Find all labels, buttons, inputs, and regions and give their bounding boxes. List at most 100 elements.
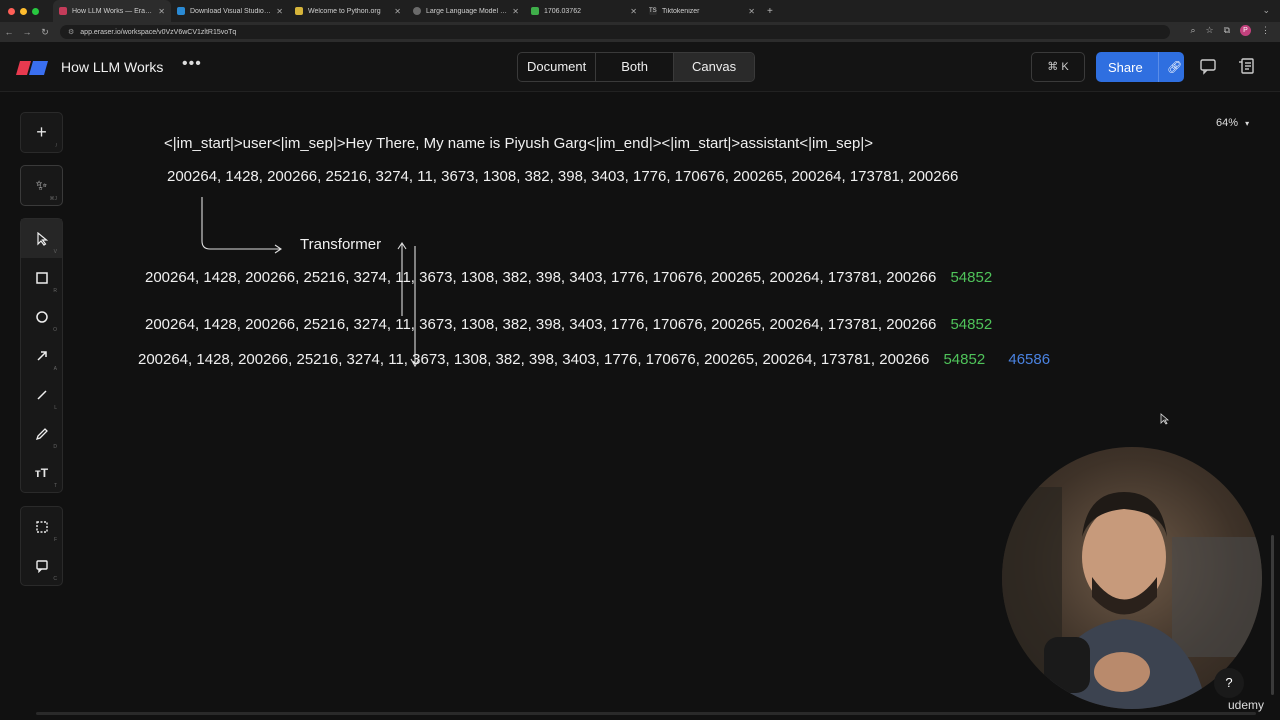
comment-tool[interactable]: C	[21, 546, 62, 585]
outline-panel-icon[interactable]	[1238, 57, 1256, 75]
url-field[interactable]: ⚙ app.eraser.io/workspace/v0VzV6wCV1zltR…	[60, 25, 1170, 39]
shortcut-hint: A	[53, 366, 57, 372]
shortcut-hint: V	[53, 249, 57, 255]
arrow-icon	[36, 350, 47, 361]
udemy-watermark: udemy	[1228, 698, 1265, 712]
browser-actions: ⌕ ☆ ⧉ P ⋮	[1190, 25, 1270, 36]
ai-diagram-button[interactable]: ✨︎ ⌘J	[21, 166, 62, 205]
ellipse-tool[interactable]: O	[21, 297, 62, 336]
bookmark-star-icon[interactable]: ☆	[1205, 25, 1213, 36]
shortcut-hint: C	[53, 576, 57, 582]
command-palette-button[interactable]: ⌘ K	[1031, 52, 1085, 82]
close-tab-icon[interactable]: ✕	[158, 7, 165, 16]
eraser-favicon-icon	[59, 7, 67, 15]
drawing-tools: V R O A L D ᴛT T	[20, 218, 63, 493]
minimize-window-button[interactable]	[20, 7, 27, 15]
text-size-icon: ᴛT	[34, 465, 49, 480]
token-row-1[interactable]: 200264, 1428, 200266, 25216, 3274, 11, 3…	[145, 269, 992, 286]
close-tab-icon[interactable]: ✕	[394, 7, 401, 16]
horizontal-scrollbar[interactable]	[36, 712, 1256, 715]
close-tab-icon[interactable]: ✕	[630, 7, 637, 16]
tokens-line[interactable]: 200264, 1428, 200266, 25216, 3274, 11, 3…	[167, 168, 958, 185]
transformer-label[interactable]: Transformer	[300, 236, 381, 253]
comments-icon[interactable]	[1199, 57, 1217, 75]
add-shape-button[interactable]: + /	[21, 113, 62, 152]
sparkle-icon: ✨︎	[35, 177, 48, 193]
tab-title: How LLM Works — Eraser	[72, 7, 155, 15]
url-text: app.eraser.io/workspace/v0VzV6wCV1zltR15…	[80, 28, 237, 36]
forward-icon[interactable]: →	[18, 27, 36, 37]
line-icon	[36, 389, 47, 400]
token-row-2[interactable]: 200264, 1428, 200266, 25216, 3274, 11, 3…	[145, 316, 992, 333]
zoom-icon[interactable]: ⌕	[1190, 25, 1195, 36]
frame-tool[interactable]: F	[21, 507, 62, 546]
view-canvas-button[interactable]: Canvas	[674, 53, 755, 81]
globe-favicon-icon	[413, 7, 421, 15]
share-label: Share	[1108, 59, 1143, 75]
browser-tab-eraser[interactable]: How LLM Works — Eraser ✕	[53, 0, 171, 22]
typescript-favicon-icon: TS	[649, 7, 657, 15]
maximize-window-button[interactable]	[32, 7, 39, 15]
comment-icon	[35, 559, 48, 573]
tab-title: Large Language Model Overv	[426, 7, 509, 15]
connector-arrow[interactable]	[195, 195, 295, 257]
arrow-tool[interactable]: A	[21, 336, 62, 375]
pencil-tool[interactable]: D	[21, 414, 62, 453]
python-favicon-icon	[295, 7, 303, 15]
line-tool[interactable]: L	[21, 375, 62, 414]
shortcut-hint: L	[54, 405, 57, 411]
next-token-green: 54852	[950, 269, 993, 286]
reload-icon[interactable]: ↻	[36, 27, 54, 38]
tab-search-chevron-icon[interactable]: ⌄	[1262, 5, 1270, 16]
shortcut-hint: D	[53, 444, 57, 450]
zoom-level-dropdown[interactable]: 64% ▾	[1216, 117, 1249, 129]
new-tab-button[interactable]: +	[767, 6, 773, 17]
more-options-icon[interactable]: •••	[182, 55, 202, 73]
token-sequence: 200264, 1428, 200266, 25216, 3274, 11, 3…	[138, 351, 930, 368]
vertical-scrollbar[interactable]	[1271, 535, 1274, 695]
view-both-button[interactable]: Both	[596, 53, 674, 81]
profile-avatar[interactable]: P	[1240, 25, 1251, 36]
close-tab-icon[interactable]: ✕	[276, 7, 283, 16]
screen: How LLM Works — Eraser ✕ Download Visual…	[0, 0, 1280, 720]
tab-title: Download Visual Studio Code	[190, 7, 272, 15]
back-icon[interactable]: ←	[0, 27, 18, 37]
browser-tab-python[interactable]: Welcome to Python.org ✕	[289, 0, 407, 22]
plus-icon: +	[36, 122, 47, 142]
browser-tab-llm-overview[interactable]: Large Language Model Overv ✕	[407, 0, 525, 22]
help-button[interactable]: ?	[1214, 668, 1244, 698]
share-button[interactable]: Share 🔗︎	[1096, 52, 1184, 82]
token-sequence: 200264, 1428, 200266, 25216, 3274, 11, 3…	[145, 316, 937, 333]
vscode-favicon-icon	[177, 7, 185, 15]
browser-menu-icon[interactable]: ⋮	[1261, 25, 1270, 36]
browser-tab-vscode[interactable]: Download Visual Studio Code ✕	[171, 0, 289, 22]
view-document-button[interactable]: Document	[518, 53, 597, 81]
site-info-icon[interactable]: ⚙	[68, 28, 74, 36]
browser-address-bar: ← → ↻ ⚙ app.eraser.io/workspace/v0VzV6wC…	[0, 22, 1280, 42]
extensions-icon[interactable]: ⧉	[1224, 25, 1230, 36]
close-window-button[interactable]	[8, 7, 15, 15]
next-token-blue: 46586	[1008, 351, 1051, 368]
token-sequence: 200264, 1428, 200266, 25216, 3274, 11, 3…	[145, 269, 937, 286]
eraser-logo-icon[interactable]	[16, 61, 48, 75]
close-tab-icon[interactable]: ✕	[512, 7, 519, 16]
document-title[interactable]: How LLM Works	[61, 59, 163, 75]
browser-tab-arxiv[interactable]: 1706.03762 ✕	[525, 0, 643, 22]
token-row-3[interactable]: 200264, 1428, 200266, 25216, 3274, 11, 3…	[138, 351, 1050, 368]
square-icon	[35, 271, 48, 284]
extra-tools: F C	[20, 506, 63, 586]
rectangle-tool[interactable]: R	[21, 258, 62, 297]
pointer-icon	[36, 231, 48, 246]
prompt-text[interactable]: <|im_start|>user<|im_sep|>Hey There, My …	[164, 135, 873, 152]
select-tool[interactable]: V	[21, 219, 62, 258]
next-token-green: 54852	[950, 316, 993, 333]
browser-tab-bar: How LLM Works — Eraser ✕ Download Visual…	[0, 0, 1280, 22]
ai-tool-group: ✨︎ ⌘J	[20, 165, 63, 206]
close-tab-icon[interactable]: ✕	[748, 7, 755, 16]
text-tool[interactable]: ᴛT T	[21, 453, 62, 492]
browser-tab-tiktokenizer[interactable]: TS Tiktokenizer ✕	[643, 0, 761, 22]
shortcut-hint: T	[53, 483, 57, 489]
copy-link-icon[interactable]: 🔗︎	[1158, 52, 1182, 82]
frame-icon	[35, 520, 48, 533]
pdf-favicon-icon	[531, 7, 539, 15]
